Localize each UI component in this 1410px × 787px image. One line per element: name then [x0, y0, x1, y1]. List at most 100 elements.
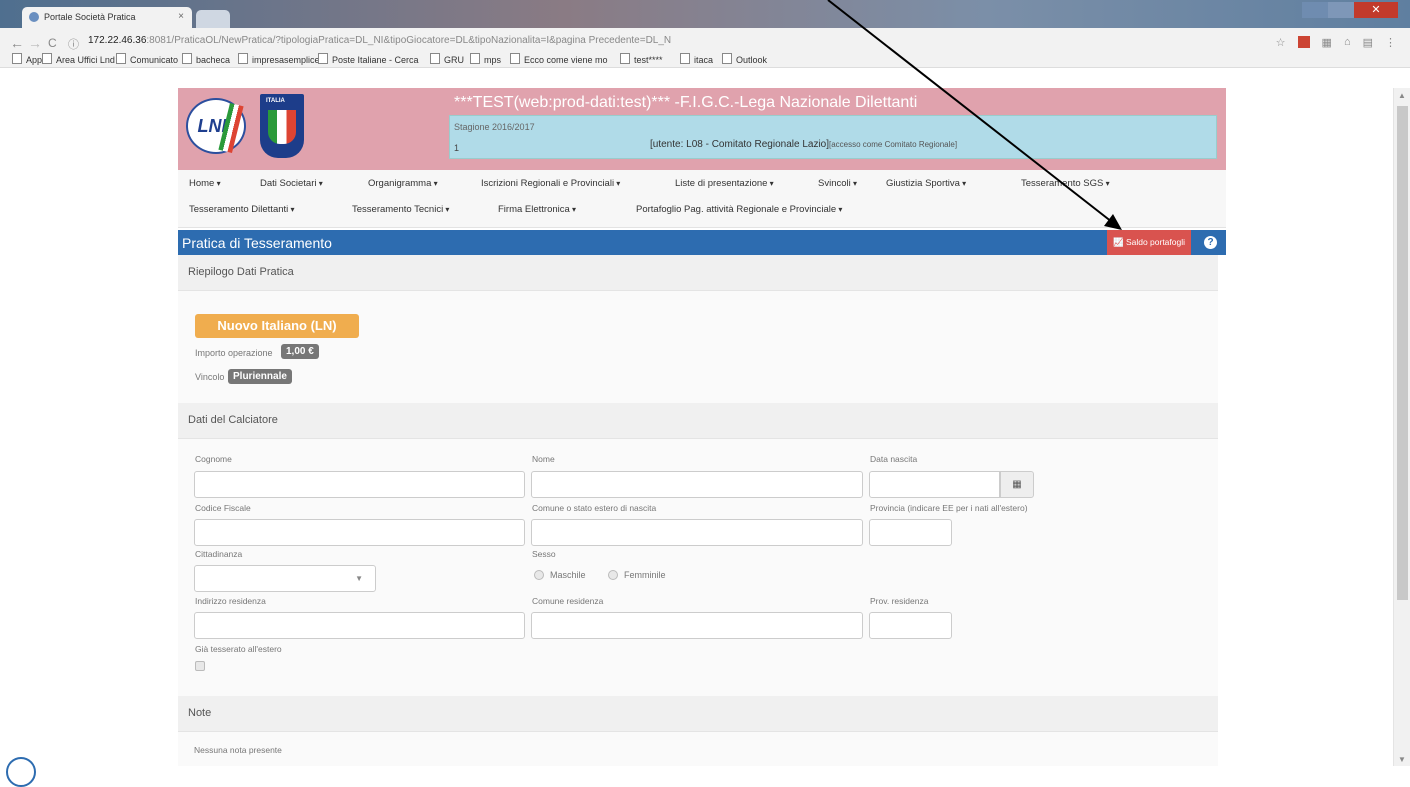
calendar-icon[interactable]: ▦: [1000, 471, 1034, 498]
saldo-portafogli-button[interactable]: 📈 Saldo portafogli: [1107, 230, 1191, 255]
menu-iscrizioni[interactable]: Iscrizioni Regionali e Provinciali: [481, 178, 620, 189]
cittadinanza-select[interactable]: ▼: [194, 565, 376, 592]
extension-icon[interactable]: ▤: [1363, 36, 1373, 49]
codice-fiscale-label: Codice Fiscale: [195, 503, 251, 513]
close-tab-icon[interactable]: ×: [178, 11, 184, 22]
favicon-icon: [29, 12, 39, 22]
bookmark-item[interactable]: Comunicato: [116, 53, 178, 65]
menu-tesseramento-tecnici[interactable]: Tesseramento Tecnici: [352, 204, 449, 215]
extension-icon[interactable]: ▦: [1322, 36, 1332, 49]
tipo-pratica-badge: Nuovo Italiano (LN): [195, 314, 359, 338]
codice-fiscale-input[interactable]: [194, 519, 525, 546]
saldo-label: Saldo portafogli: [1125, 237, 1186, 247]
provincia-nascita-label: Provincia (indicare EE per i nati all'es…: [870, 503, 1028, 513]
menu-svincoli[interactable]: Svincoli: [818, 178, 857, 189]
menu-giustizia[interactable]: Giustizia Sportiva: [886, 178, 966, 189]
page-title: Pratica di Tesseramento: [182, 235, 332, 251]
bookmark-item[interactable]: Ecco come viene mo: [510, 53, 608, 65]
menu-icon[interactable]: ⋮: [1385, 36, 1396, 49]
menu-firma-elettronica[interactable]: Firma Elettronica: [498, 204, 576, 215]
scroll-up-icon[interactable]: ▲: [1398, 91, 1406, 100]
utente-text: [utente: L08 - Comitato Regionale Lazio]: [650, 139, 829, 150]
maximize-button[interactable]: [1328, 2, 1354, 18]
site-title: ***TEST(web:prod-dati:test)*** -F.I.G.C.…: [454, 94, 918, 111]
cittadinanza-label: Cittadinanza: [195, 549, 243, 559]
comune-residenza-input[interactable]: [531, 612, 863, 639]
bookmark-item[interactable]: GRU: [430, 53, 464, 65]
nome-label: Nome: [532, 454, 555, 464]
site-header: LND ITALIA ***TEST(web:prod-dati:test)**…: [178, 88, 1226, 170]
scroll-down-icon[interactable]: ▼: [1398, 755, 1406, 764]
prov-residenza-input[interactable]: [869, 612, 952, 639]
window-controls: ✕: [1302, 2, 1398, 18]
chart-icon: 📈: [1112, 237, 1124, 247]
bookmark-item[interactable]: Outlook: [722, 53, 767, 65]
bookmark-item[interactable]: test****: [620, 53, 663, 65]
importo-value: 1,00 €: [281, 344, 319, 359]
sesso-label: Sesso: [532, 549, 556, 559]
femminile-radio[interactable]: [608, 570, 618, 580]
extension-icon[interactable]: ⌂: [1344, 36, 1351, 49]
url-host: 172.22.46.36: [88, 35, 147, 46]
browser-tab[interactable]: Portale Società Pratica ×: [22, 7, 192, 28]
menu-tesseramento-dilettanti[interactable]: Tesseramento Dilettanti: [189, 204, 295, 215]
indirizzo-input[interactable]: [194, 612, 525, 639]
cognome-input[interactable]: [194, 471, 525, 498]
nome-input[interactable]: [531, 471, 863, 498]
lnd-logo: LND: [186, 98, 246, 154]
menu-portafoglio[interactable]: Portafoglio Pag. attività Regionale e Pr…: [636, 204, 842, 215]
page-scrollbar[interactable]: ▲ ▼: [1393, 88, 1410, 766]
vincolo-label: Vincolo: [195, 372, 225, 382]
user-info: [utente: L08 - Comitato Regionale Lazio]…: [650, 139, 957, 150]
help-icon[interactable]: ?: [1204, 236, 1217, 249]
stagione-label: Stagione 2016/2017: [454, 122, 535, 132]
close-window-button[interactable]: ✕: [1354, 2, 1398, 18]
bookmark-item[interactable]: App: [12, 53, 42, 65]
back-icon[interactable]: ←: [10, 35, 24, 51]
comune-nascita-input[interactable]: [531, 519, 863, 546]
menu-tesseramento-sgs[interactable]: Tesseramento SGS: [1021, 178, 1110, 189]
star-icon[interactable]: ☆: [1276, 36, 1286, 49]
comune-nascita-label: Comune o stato estero di nascita: [532, 503, 657, 513]
bookmark-item[interactable]: impresasemplice: [238, 53, 320, 65]
indirizzo-label: Indirizzo residenza: [195, 596, 266, 606]
data-nascita-input[interactable]: [869, 471, 1000, 498]
riepilogo-heading: Riepilogo Dati Pratica: [178, 255, 1218, 291]
figc-logo-text: ITALIA: [266, 98, 285, 104]
note-empty-text: Nessuna nota presente: [194, 745, 282, 755]
menu-organigramma[interactable]: Organigramma: [368, 178, 438, 189]
extension-red-icon[interactable]: [1297, 36, 1310, 48]
maschile-label: Maschile: [550, 570, 586, 580]
figc-logo: ITALIA: [260, 94, 304, 158]
session-info-box: Stagione 2016/2017 1 [utente: L08 - Comi…: [449, 115, 1217, 159]
tesserato-estero-checkbox[interactable]: [195, 661, 205, 671]
maschile-radio[interactable]: [534, 570, 544, 580]
chat-icon[interactable]: [6, 757, 36, 787]
menu-home[interactable]: Home: [189, 178, 221, 189]
femminile-label: Femminile: [624, 570, 666, 580]
cognome-label: Cognome: [195, 454, 232, 464]
scrollbar-thumb[interactable]: [1397, 106, 1408, 600]
bookmark-item[interactable]: bacheca: [182, 53, 230, 65]
main-content: Riepilogo Dati Pratica Nuovo Italiano (L…: [178, 255, 1218, 766]
bookmark-item[interactable]: itaca: [680, 53, 713, 65]
bookmark-item[interactable]: mps: [470, 53, 501, 65]
tab-title: Portale Società Pratica: [44, 12, 136, 22]
data-nascita-label: Data nascita: [870, 454, 918, 464]
menu-liste[interactable]: Liste di presentazione: [675, 178, 774, 189]
url-path: :8081/PraticaOL/NewPratica/?tipologiaPra…: [146, 35, 672, 46]
new-tab-button[interactable]: [196, 10, 230, 28]
url-field[interactable]: 172.22.46.36:8081/PraticaOL/NewPratica/?…: [88, 35, 671, 46]
extension-icons: ☆ ▦ ⌂ ▤ ⋮: [1276, 36, 1396, 49]
chevron-down-icon: ▼: [355, 574, 363, 583]
menu-dati-societari[interactable]: Dati Societari: [260, 178, 323, 189]
bookmarks-bar: App Area Uffici Lnd Comunicato bacheca i…: [0, 50, 1410, 68]
forward-icon[interactable]: →: [28, 35, 42, 51]
reload-icon[interactable]: C: [48, 36, 57, 50]
bookmark-item[interactable]: Area Uffici Lnd: [42, 53, 115, 65]
provincia-nascita-input[interactable]: [869, 519, 952, 546]
accesso-text: [accesso come Comitato Regionale]: [829, 140, 958, 149]
vincolo-value: Pluriennale: [228, 369, 292, 384]
bookmark-item[interactable]: Poste Italiane - Cerca: [318, 53, 419, 65]
minimize-button[interactable]: [1302, 2, 1328, 18]
